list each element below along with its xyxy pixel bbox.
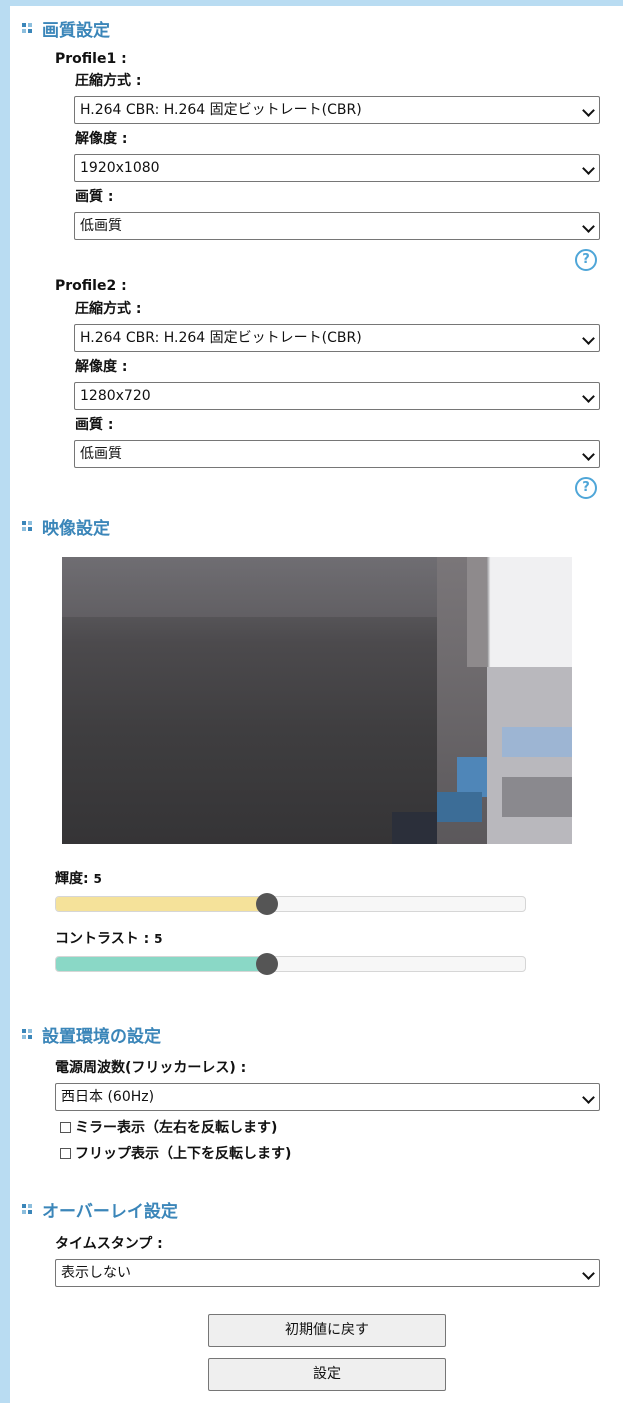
timestamp-select[interactable]: 表示しない (55, 1259, 600, 1287)
profile1-codec-label: 圧縮方式 : (75, 73, 142, 89)
profile1-resolution-select[interactable]: 1920x1080 (74, 154, 600, 182)
apply-settings-button[interactable]: 設定 (208, 1358, 446, 1391)
chevron-down-icon (582, 162, 595, 175)
section-quality-title: 画質設定 (42, 20, 110, 41)
contrast-slider-track[interactable] (55, 956, 526, 972)
camera-preview-image (62, 557, 572, 844)
profile2-codec-value: H.264 CBR: H.264 固定ビットレート(CBR) (80, 330, 362, 346)
timestamp-label: タイムスタンプ : (55, 1236, 163, 1252)
flip-checkbox-row[interactable]: フリップ表示（上下を反転します) (60, 1143, 291, 1163)
profile2-resolution-value: 1280x720 (80, 388, 151, 404)
chevron-down-icon (582, 332, 595, 345)
profile2-quality-label: 画質 : (75, 417, 114, 433)
profile1-codec-select[interactable]: H.264 CBR: H.264 固定ビットレート(CBR) (74, 96, 600, 124)
help-icon[interactable]: ? (575, 249, 597, 271)
contrast-slider-fill (56, 957, 268, 971)
power-frequency-value: 西日本 (60Hz) (61, 1089, 155, 1105)
profile1-quality-value: 低画質 (80, 218, 122, 234)
chevron-down-icon (582, 1091, 595, 1104)
section-bullet-icon (22, 23, 32, 33)
help-icon[interactable]: ? (575, 477, 597, 499)
section-environment-header: 設置環境の設定 (22, 1023, 161, 1047)
profile1-label: Profile1 : (55, 51, 127, 67)
brightness-label: 輝度: (55, 871, 89, 887)
profile1-resolution-value: 1920x1080 (80, 160, 160, 176)
profile1-codec-value: H.264 CBR: H.264 固定ビットレート(CBR) (80, 102, 362, 118)
contrast-value: 5 (154, 932, 163, 946)
section-bullet-icon (22, 1029, 32, 1039)
profile2-codec-label: 圧縮方式 : (75, 301, 142, 317)
profile2-label: Profile2 : (55, 278, 127, 294)
brightness-slider-fill (56, 897, 268, 911)
power-frequency-label: 電源周波数(フリッカーレス) : (55, 1060, 247, 1076)
chevron-down-icon (582, 104, 595, 117)
section-bullet-icon (22, 1204, 32, 1214)
section-environment-title: 設置環境の設定 (42, 1026, 161, 1047)
contrast-label-row: コントラスト : 5 (55, 930, 162, 948)
reset-defaults-button[interactable]: 初期値に戻す (208, 1314, 446, 1347)
section-video-header: 映像設定 (22, 515, 110, 539)
section-video-title: 映像設定 (42, 518, 110, 539)
power-frequency-select[interactable]: 西日本 (60Hz) (55, 1083, 600, 1111)
profile2-quality-select[interactable]: 低画質 (74, 440, 600, 468)
profile2-resolution-select[interactable]: 1280x720 (74, 382, 600, 410)
flip-label: フリップ表示（上下を反転します) (75, 1146, 292, 1162)
profile2-quality-value: 低画質 (80, 446, 122, 462)
timestamp-value: 表示しない (61, 1265, 131, 1281)
section-bullet-icon (22, 521, 32, 531)
mirror-checkbox-row[interactable]: ミラー表示（左右を反転します) (60, 1117, 277, 1137)
brightness-slider-handle[interactable] (255, 893, 278, 915)
brightness-slider-track[interactable] (55, 896, 526, 912)
mirror-checkbox[interactable] (60, 1121, 71, 1133)
section-quality-header: 画質設定 (22, 17, 110, 41)
brightness-value: 5 (93, 872, 102, 886)
profile1-resolution-label: 解像度 : (75, 131, 128, 147)
chevron-down-icon (582, 1267, 595, 1280)
chevron-down-icon (582, 390, 595, 403)
chevron-down-icon (582, 448, 595, 461)
contrast-label: コントラスト : (55, 931, 150, 947)
contrast-slider-handle[interactable] (255, 953, 278, 975)
section-overlay-header: オーバーレイ設定 (22, 1198, 178, 1222)
brightness-label-row: 輝度: 5 (55, 870, 102, 888)
chevron-down-icon (582, 220, 595, 233)
profile2-codec-select[interactable]: H.264 CBR: H.264 固定ビットレート(CBR) (74, 324, 600, 352)
section-overlay-title: オーバーレイ設定 (42, 1201, 178, 1222)
profile1-quality-select[interactable]: 低画質 (74, 212, 600, 240)
profile2-resolution-label: 解像度 : (75, 359, 128, 375)
profile1-quality-label: 画質 : (75, 189, 114, 205)
mirror-label: ミラー表示（左右を反転します) (75, 1120, 278, 1136)
flip-checkbox[interactable] (60, 1147, 71, 1159)
